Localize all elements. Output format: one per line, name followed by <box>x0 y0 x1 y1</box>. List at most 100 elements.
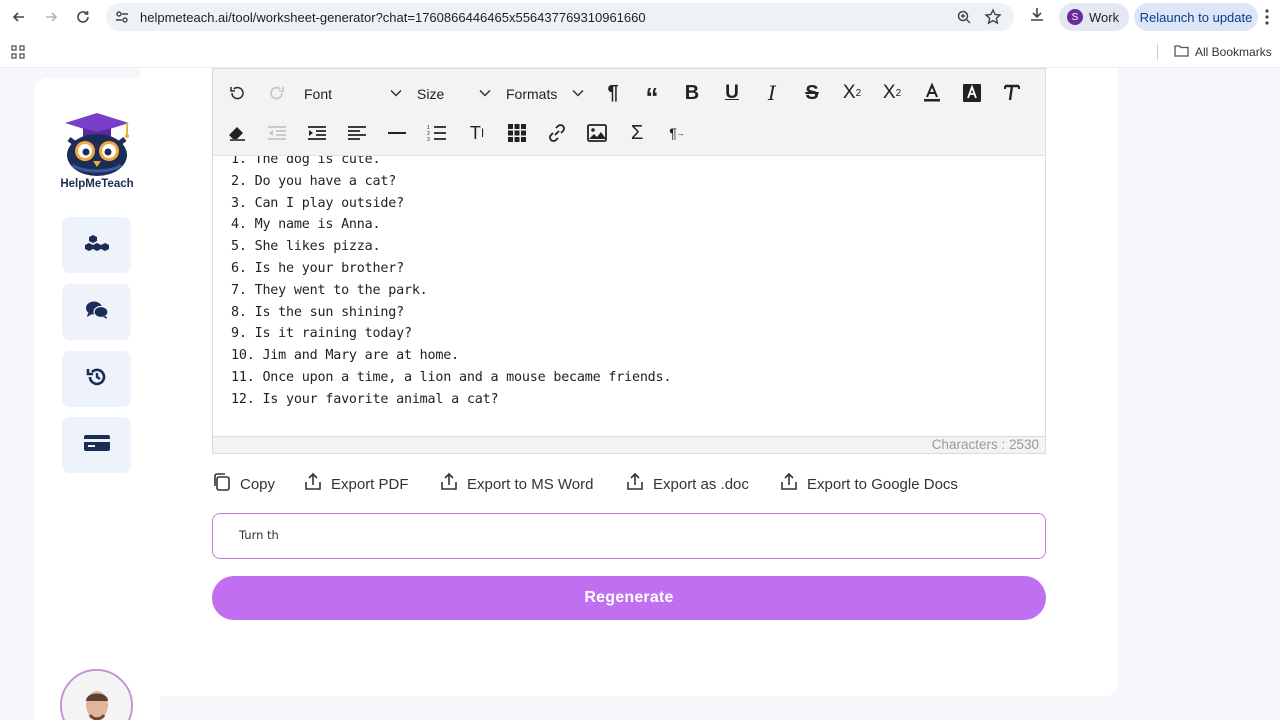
size-dropdown-label: Size <box>417 86 445 102</box>
address-bar[interactable]: helpmeteach.ai/tool/worksheet-generator?… <box>106 3 1014 31</box>
editor-content[interactable]: 1. The dog is cute. 2. Do you have a cat… <box>212 156 1046 436</box>
sidebar-item-history[interactable] <box>62 351 131 407</box>
list-item: 8. Is the sun shining? <box>231 304 404 320</box>
all-bookmarks-button[interactable]: All Bookmarks <box>1174 44 1272 60</box>
back-icon[interactable] <box>8 6 30 28</box>
sidebar-item-chats[interactable] <box>62 284 131 340</box>
chevron-down-icon <box>479 86 491 102</box>
list-item: 5. She likes pizza. <box>231 239 381 255</box>
underline-icon[interactable]: U <box>720 81 744 105</box>
export-word-label: Export to MS Word <box>467 475 594 493</box>
upload-icon <box>439 472 459 496</box>
indent-icon[interactable] <box>305 121 329 145</box>
question-list: 1. The dog is cute. 2. Do you have a cat… <box>231 156 671 411</box>
list-item: 2. Do you have a cat? <box>231 173 397 189</box>
browser-toolbar: helpmeteach.ai/tool/worksheet-generator?… <box>0 0 1280 34</box>
chat-bubbles-icon <box>85 300 109 325</box>
list-item: 3. Can I play outside? <box>231 195 404 211</box>
prompt-box <box>212 513 1046 559</box>
link-icon[interactable] <box>545 121 569 145</box>
font-dropdown[interactable]: Font <box>304 82 404 106</box>
formats-dropdown-label: Formats <box>506 86 558 102</box>
outdent-icon[interactable] <box>265 121 289 145</box>
sidebar-item-tools[interactable] <box>62 217 131 273</box>
copy-button[interactable]: Copy <box>212 472 276 496</box>
export-doc-label: Export as .doc <box>653 475 749 493</box>
strikethrough-icon[interactable]: S <box>800 81 824 105</box>
bold-icon[interactable]: B <box>680 81 704 105</box>
redo-icon[interactable] <box>265 81 289 105</box>
size-dropdown[interactable]: Size <box>417 82 497 106</box>
character-count: Characters : 2530 <box>931 437 1039 452</box>
download-icon[interactable] <box>1028 6 1046 29</box>
list-item: 9. Is it raining today? <box>231 326 412 342</box>
undo-icon[interactable] <box>225 81 249 105</box>
export-gdocs-label: Export to Google Docs <box>807 475 958 493</box>
export-word-button[interactable]: Export to MS Word <box>439 472 594 496</box>
url-text: helpmeteach.ai/tool/worksheet-generator?… <box>140 10 646 25</box>
blockquote-icon[interactable]: “ <box>640 81 664 110</box>
formula-icon[interactable]: Σ <box>625 121 649 145</box>
list-item: 6. Is he your brother? <box>231 260 404 276</box>
list-item: 10. Jim and Mary are at home. <box>231 348 459 364</box>
export-pdf-label: Export PDF <box>331 475 409 493</box>
formats-dropdown[interactable]: Formats <box>506 82 586 106</box>
svg-text:3: 3 <box>427 137 430 142</box>
paragraph-icon[interactable]: ¶ <box>601 81 625 105</box>
owl-logo-icon[interactable] <box>59 111 135 182</box>
eraser-icon[interactable] <box>225 121 249 145</box>
list-item: 12. Is your favorite animal a cat? <box>231 391 499 407</box>
apps-grid-icon[interactable] <box>10 44 26 65</box>
profile-name: Work <box>1089 9 1120 25</box>
site-settings-icon[interactable] <box>114 9 130 30</box>
reload-icon[interactable] <box>72 6 94 28</box>
zoom-icon[interactable] <box>956 9 972 30</box>
export-gdocs-button[interactable]: Export to Google Docs <box>779 472 958 496</box>
font-size-icon[interactable]: TI <box>465 121 489 145</box>
editor-toolbar: Font Size Formats ¶ “ B U I S X2 X2 1 2 … <box>212 68 1046 156</box>
folder-icon <box>1174 44 1189 60</box>
credit-card-icon <box>83 433 111 458</box>
copy-icon <box>212 472 232 496</box>
copy-label: Copy <box>240 475 276 493</box>
all-bookmarks-label: All Bookmarks <box>1195 45 1272 59</box>
list-item: 11. Once upon a time, a lion and a mouse… <box>231 369 672 385</box>
italic-icon[interactable]: I <box>760 81 784 105</box>
cubes-icon <box>84 232 109 259</box>
image-icon[interactable] <box>585 121 609 145</box>
ordered-list-icon[interactable]: 123 <box>425 121 449 145</box>
export-doc-button[interactable]: Export as .doc <box>625 472 749 496</box>
bookmarks-bar: All Bookmarks <box>0 36 1280 68</box>
menu-kebab-icon[interactable] <box>1264 8 1270 31</box>
sidebar-item-billing[interactable] <box>62 417 131 473</box>
font-dropdown-label: Font <box>304 86 333 102</box>
align-left-icon[interactable] <box>345 121 369 145</box>
highlight-color-icon[interactable] <box>960 81 984 105</box>
superscript-icon[interactable]: X2 <box>880 81 904 105</box>
clear-format-icon[interactable] <box>1000 81 1024 105</box>
subscript-icon[interactable]: X2 <box>840 81 864 105</box>
editor-statusbar: Characters : 2530 <box>212 436 1046 454</box>
show-blocks-icon[interactable]: ¶ → <box>665 121 689 145</box>
bookmarks-divider <box>1157 44 1158 60</box>
list-item: 7. They went to the park. <box>231 282 428 298</box>
chevron-down-icon <box>572 86 584 102</box>
list-item: 4. My name is Anna. <box>231 217 381 233</box>
table-icon[interactable] <box>505 121 529 145</box>
logo-text: HelpMeTeach <box>60 178 134 190</box>
export-pdf-button[interactable]: Export PDF <box>303 472 409 496</box>
forward-icon[interactable] <box>40 6 62 28</box>
prompt-input[interactable] <box>239 528 1019 542</box>
relaunch-button[interactable]: Relaunch to update <box>1134 3 1258 31</box>
regenerate-button[interactable]: Regenerate <box>212 576 1046 620</box>
chevron-down-icon <box>390 86 402 102</box>
upload-icon <box>303 472 323 496</box>
horizontal-line-icon[interactable] <box>385 121 409 145</box>
upload-icon <box>625 472 645 496</box>
bookmark-star-icon[interactable] <box>984 8 1002 31</box>
list-item: 1. The dog is cute. <box>231 156 381 167</box>
text-color-icon[interactable] <box>920 81 944 105</box>
upload-icon <box>779 472 799 496</box>
profile-chip[interactable]: S Work <box>1059 3 1129 31</box>
profile-avatar: S <box>1067 9 1083 25</box>
